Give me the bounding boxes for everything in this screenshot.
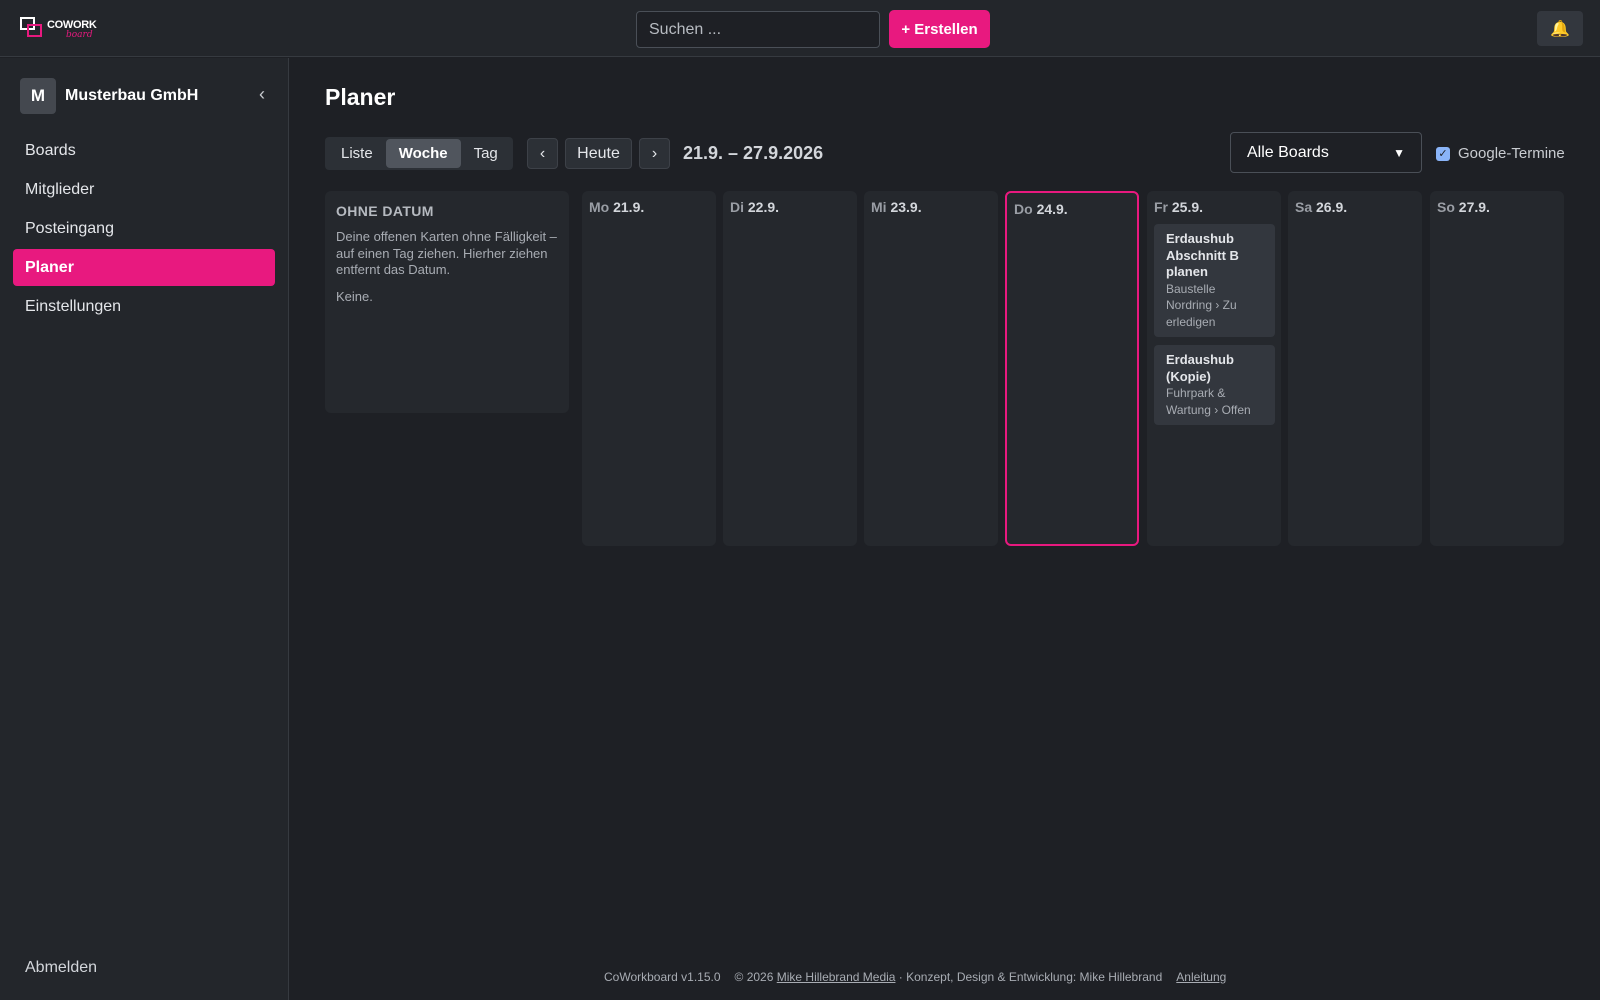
create-button[interactable]: + Erstellen bbox=[889, 10, 990, 48]
bell-icon: 🔔 bbox=[1550, 20, 1570, 38]
notifications-button[interactable]: 🔔 bbox=[1537, 11, 1583, 46]
today-button[interactable]: Heute bbox=[565, 138, 632, 169]
day-header: So 27.9. bbox=[1437, 199, 1490, 215]
day-column-fri[interactable]: Fr 25.9. Erdaushub Abschnitt B planen Ba… bbox=[1147, 191, 1281, 546]
day-column-sat[interactable]: Sa 26.9. bbox=[1288, 191, 1422, 546]
day-column-mon[interactable]: Mo 21.9. bbox=[582, 191, 716, 546]
google-events-toggle[interactable]: ✓ Google-Termine bbox=[1436, 145, 1565, 162]
day-header: Mi 23.9. bbox=[871, 199, 922, 215]
day-header: Fr 25.9. bbox=[1154, 199, 1204, 215]
day-column-tue[interactable]: Di 22.9. bbox=[723, 191, 857, 546]
chevron-left-icon: ‹ bbox=[539, 144, 546, 162]
day-header: Do 24.9. bbox=[1014, 201, 1068, 217]
org-name: Musterbau GmbH bbox=[65, 87, 199, 104]
view-list-button[interactable]: Liste bbox=[328, 139, 386, 168]
task-card-title: Erdaushub Abschnitt B planen bbox=[1166, 231, 1239, 279]
task-card-location: Fuhrpark & Wartung › Offen bbox=[1166, 386, 1251, 417]
day-header: Mo 21.9. bbox=[589, 199, 645, 215]
no-date-empty: Keine. bbox=[336, 288, 373, 304]
footer: CoWorkboard v1.15.0 © 2026 Mike Hillebran… bbox=[604, 970, 1226, 984]
day-column-wed[interactable]: Mi 23.9. bbox=[864, 191, 998, 546]
task-card[interactable]: Erdaushub (Kopie) Fuhrpark & Wartung › O… bbox=[1154, 345, 1275, 425]
sidebar-item-inbox[interactable]: Posteingang bbox=[13, 210, 275, 247]
day-header: Sa 26.9. bbox=[1295, 199, 1348, 215]
logo-mark-icon bbox=[20, 17, 44, 39]
footer-copyright: © 2026 bbox=[734, 970, 774, 984]
view-day-button[interactable]: Tag bbox=[461, 139, 511, 168]
no-date-column[interactable]: OHNE DATUM Deine offenen Karten ohne Fäl… bbox=[325, 191, 569, 413]
page-title: Planer bbox=[325, 84, 396, 110]
sidebar-item-members[interactable]: Mitglieder bbox=[13, 171, 275, 208]
org-switcher[interactable]: M Musterbau GmbH ‹ bbox=[20, 78, 275, 114]
footer-credits: · Konzept, Design & Entwicklung: Mike Hi… bbox=[898, 970, 1163, 984]
date-range: 21.9. – 27.9.2026 bbox=[683, 143, 824, 163]
chevron-right-icon: › bbox=[651, 144, 658, 162]
google-events-checkbox[interactable]: ✓ bbox=[1436, 146, 1450, 161]
day-column-thu-today[interactable]: Do 24.9. bbox=[1005, 191, 1139, 546]
sidebar-item-boards[interactable]: Boards bbox=[13, 132, 275, 169]
board-filter-select[interactable]: Alle Boards ▼ bbox=[1230, 132, 1422, 173]
board-filter-value: Alle Boards bbox=[1247, 143, 1329, 161]
sidebar-nav: Boards Mitglieder Posteingang Planer Ein… bbox=[13, 132, 275, 327]
org-avatar: M bbox=[20, 78, 56, 114]
logout-link[interactable]: Abmelden bbox=[25, 959, 97, 977]
task-card-title: Erdaushub (Kopie) bbox=[1166, 352, 1234, 384]
footer-company-link[interactable]: Mike Hillebrand Media bbox=[777, 970, 896, 984]
next-week-button[interactable]: › bbox=[639, 138, 670, 169]
top-bar: COWORK board + Erstellen 🔔 bbox=[0, 0, 1600, 57]
task-card-location: Baustelle Nordring › Zu erledigen bbox=[1166, 281, 1237, 329]
previous-week-button[interactable]: ‹ bbox=[527, 138, 558, 169]
no-date-title: OHNE DATUM bbox=[336, 203, 434, 219]
collapse-sidebar-icon[interactable]: ‹ bbox=[259, 84, 265, 105]
view-switcher: Liste Woche Tag bbox=[325, 137, 513, 170]
sidebar: M Musterbau GmbH ‹ Boards Mitglieder Pos… bbox=[0, 58, 289, 1000]
footer-version: CoWorkboard v1.15.0 bbox=[604, 970, 721, 984]
chevron-down-icon: ▼ bbox=[1393, 145, 1405, 160]
task-card[interactable]: Erdaushub Abschnitt B planen Baustelle N… bbox=[1154, 224, 1275, 337]
day-column-sun[interactable]: So 27.9. bbox=[1430, 191, 1564, 546]
footer-guide-link[interactable]: Anleitung bbox=[1176, 970, 1226, 984]
sidebar-item-settings[interactable]: Einstellungen bbox=[13, 288, 275, 325]
view-week-button[interactable]: Woche bbox=[385, 139, 461, 168]
google-events-label: Google-Termine bbox=[1458, 145, 1565, 162]
search-input[interactable] bbox=[636, 11, 880, 48]
sidebar-item-planner[interactable]: Planer bbox=[13, 249, 275, 286]
logo-subtext: board bbox=[66, 30, 93, 40]
app-logo[interactable]: COWORK board bbox=[20, 16, 97, 40]
day-header: Di 22.9. bbox=[730, 199, 780, 215]
no-date-description: Deine offenen Karten ohne Fälligkeit – a… bbox=[336, 229, 557, 277]
